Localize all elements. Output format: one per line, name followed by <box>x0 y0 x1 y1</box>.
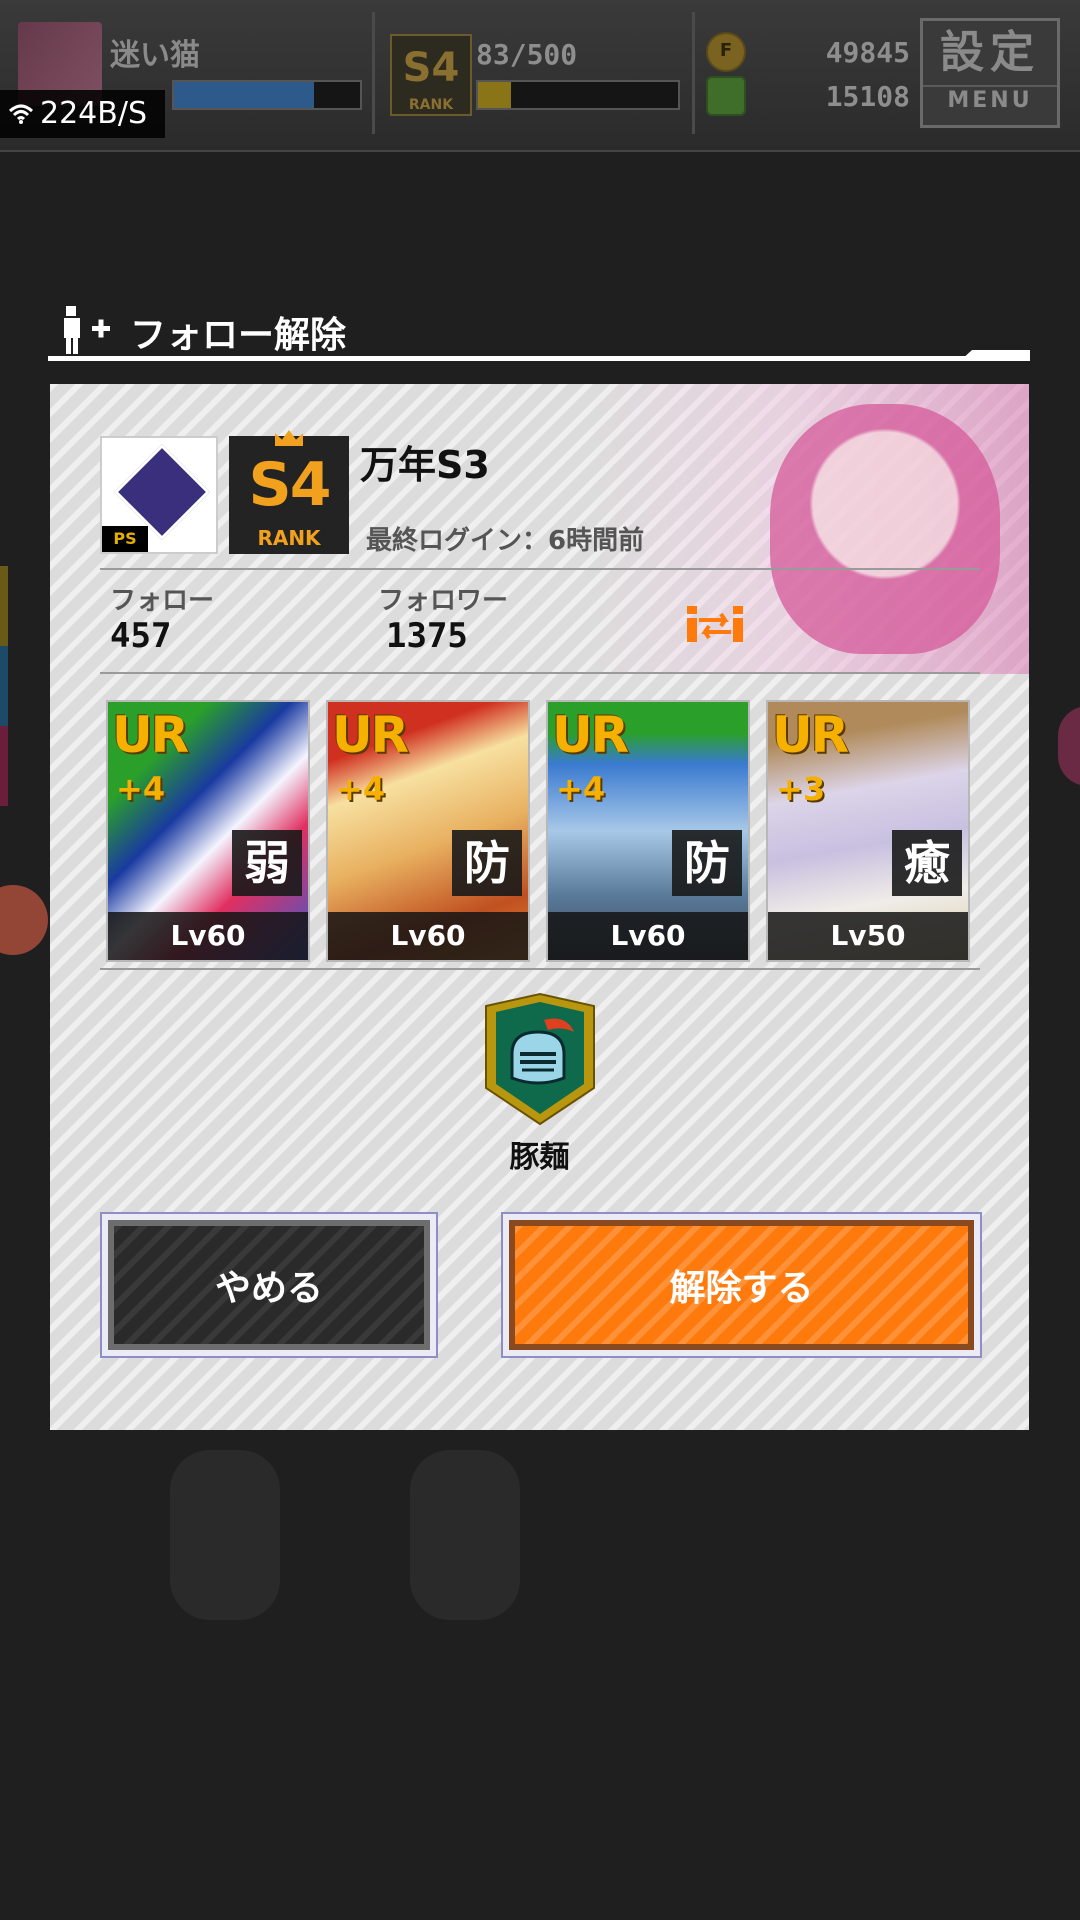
card-attribute: 弱 <box>232 830 302 896</box>
cancel-button[interactable]: やめる <box>100 1212 438 1358</box>
guild-tag: PS <box>102 526 148 552</box>
card-rarity: UR <box>552 706 629 764</box>
follower-label: フォロワー <box>378 586 509 616</box>
hud-rank-label: RANK <box>408 97 454 113</box>
card-level: Lv60 <box>328 912 528 960</box>
hud-divider <box>692 12 695 134</box>
hud-rank-badge: S4 RANK <box>390 34 472 116</box>
stamina-bar <box>476 80 680 110</box>
card-attribute: 防 <box>672 830 742 896</box>
swap-icon <box>687 606 743 642</box>
exp-bar <box>172 80 362 110</box>
side-tab[interactable] <box>0 566 8 646</box>
unfollow-confirm-button[interactable]: 解除する <box>501 1212 982 1358</box>
exp-bar-fill <box>174 82 314 108</box>
card-level: Lv50 <box>768 912 968 960</box>
divider <box>100 672 980 674</box>
guild-name: 豚麺 <box>509 1140 570 1175</box>
network-speed-text: 224B/S <box>40 96 147 131</box>
wifi-icon <box>8 104 34 124</box>
menu-label: MENU <box>923 85 1057 115</box>
hud-player-name: 迷い猫 <box>110 38 200 73</box>
hud-rank-number: S4 <box>402 45 460 91</box>
stamina-value: 83/500 <box>476 38 578 71</box>
title-underline <box>48 356 1030 361</box>
deck-card[interactable]: UR +3 癒 Lv50 <box>766 700 970 962</box>
gem-count: 15108 <box>825 80 910 113</box>
card-level: Lv60 <box>108 912 308 960</box>
coin-icon: F <box>706 32 746 72</box>
last-login: 最終ログイン：6時間前 <box>366 526 645 556</box>
crown-icon <box>275 430 303 446</box>
background-character-foot <box>170 1450 280 1620</box>
divider <box>100 968 980 970</box>
stamina-bar-fill <box>478 82 512 108</box>
follower-count: 1375 <box>386 616 468 656</box>
coin-count: 49845 <box>825 36 910 69</box>
guild-emblem: PS <box>100 436 218 554</box>
network-speed-overlay: 224B/S <box>0 90 165 138</box>
dialog-header: フォロー解除 <box>48 300 1030 366</box>
card-plus: +4 <box>556 770 606 808</box>
dialog-title: フォロー解除 <box>130 315 347 356</box>
player-rank-number: S4 <box>248 450 332 520</box>
right-edge-button[interactable] <box>1058 706 1080 786</box>
confirm-button-label: 解除する <box>509 1220 974 1350</box>
floating-gamepad-button[interactable] <box>0 885 48 955</box>
side-tab[interactable] <box>0 726 8 806</box>
card-rarity: UR <box>332 706 409 764</box>
follow-label: フォロー <box>110 586 215 616</box>
card-attribute: 癒 <box>892 830 962 896</box>
title-underline-accent <box>960 350 1030 361</box>
card-plus: +4 <box>336 770 386 808</box>
card-plus: +3 <box>776 770 826 808</box>
deck-card[interactable]: UR +4 防 Lv60 <box>326 700 530 962</box>
card-rarity: UR <box>772 706 849 764</box>
profile-character-portrait <box>770 404 1000 654</box>
deck-card[interactable]: UR +4 防 Lv60 <box>546 700 750 962</box>
player-rank-label: RANK <box>257 526 321 550</box>
follow-count: 457 <box>110 616 172 656</box>
menu-button[interactable]: 設定 MENU <box>920 18 1060 128</box>
deck-card[interactable]: UR +4 弱 Lv60 <box>106 700 310 962</box>
menu-kanji: 設定 <box>940 27 1040 78</box>
knight-helmet-icon <box>485 992 595 1126</box>
side-tab[interactable] <box>0 646 8 726</box>
background-character-foot <box>410 1450 520 1620</box>
player-name: 万年S3 <box>360 443 490 487</box>
gem-icon <box>706 76 746 116</box>
divider <box>100 568 980 570</box>
user-add-icon <box>64 306 110 354</box>
card-attribute: 防 <box>452 830 522 896</box>
card-level: Lv60 <box>548 912 748 960</box>
cancel-button-label: やめる <box>108 1220 430 1350</box>
card-rarity: UR <box>112 706 189 764</box>
player-rank-badge: S4 RANK <box>229 430 349 554</box>
card-plus: +4 <box>116 770 166 808</box>
unfollow-dialog: PS S4 RANK 万年S3 最終ログイン：6時間前 フォロー 457 フォロ… <box>50 384 1029 1430</box>
hud-divider <box>372 12 375 134</box>
